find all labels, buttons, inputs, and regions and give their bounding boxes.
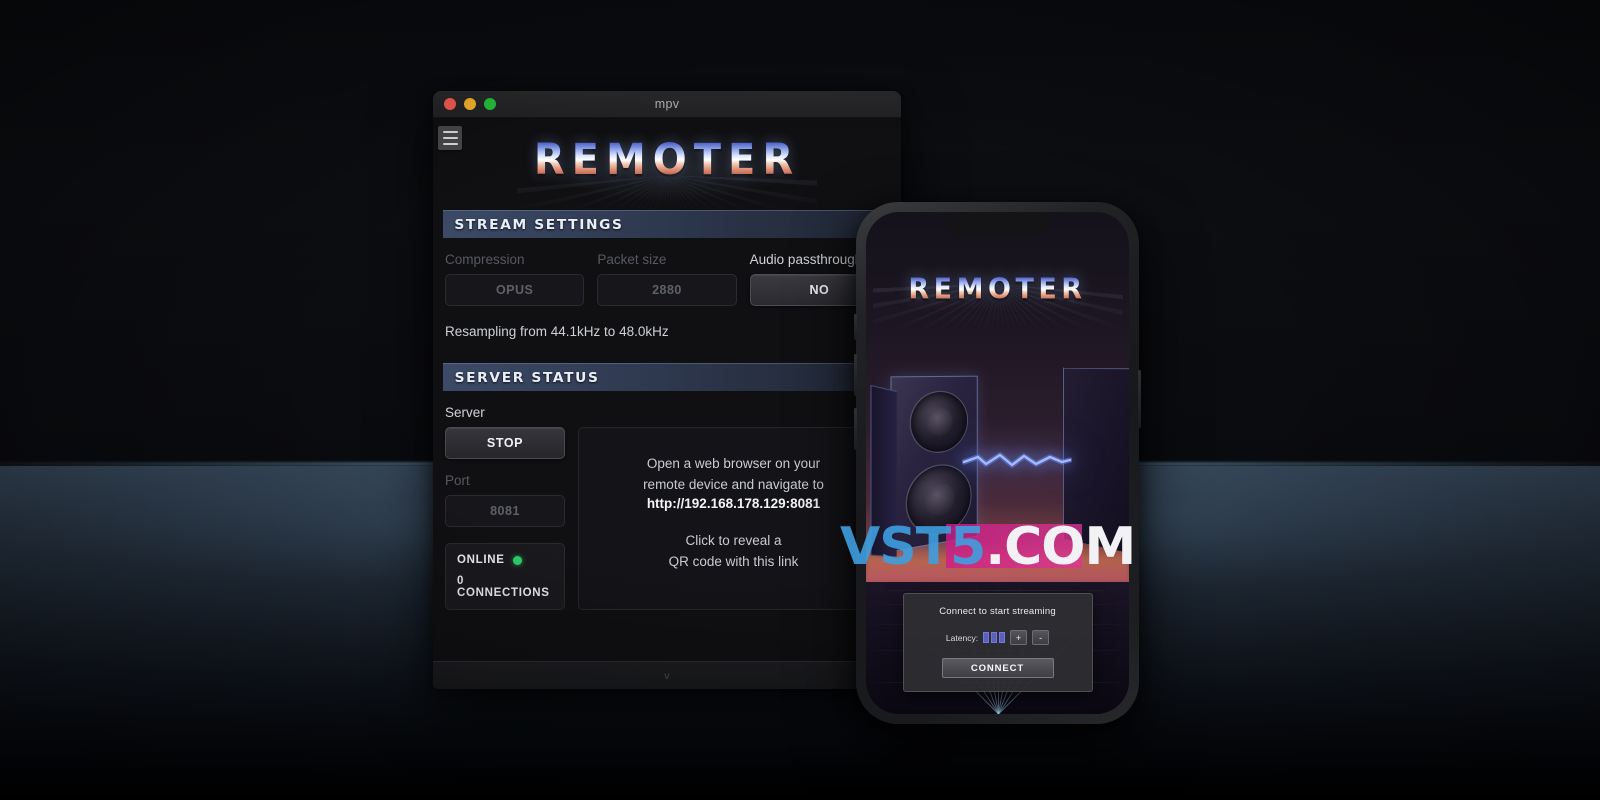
packet-size-value[interactable]: 2880 <box>597 274 737 306</box>
info-line-4: QR code with this link <box>668 553 799 569</box>
screenshot-stage: mpv REMOTER STREAM SETTINGS Compression <box>0 0 1600 800</box>
speaker-artwork <box>866 362 1129 612</box>
latency-row: Latency: + - <box>914 630 1082 645</box>
status-badge: ONLINE <box>457 554 505 566</box>
compression-field: Compression OPUS <box>445 252 585 306</box>
dialog-title: Connect to start streaming <box>939 606 1056 617</box>
window-title: mpv <box>654 97 680 111</box>
latency-label: Latency: <box>945 632 979 643</box>
latency-decrease-button[interactable]: - <box>1032 630 1050 645</box>
connections-count: 0 CONNECTIONS <box>457 575 550 599</box>
phone-mockup: REMOTER Connect to start streaming Laten… <box>854 202 1141 724</box>
phone-app-logo-text: REMOTER <box>866 273 1129 306</box>
phone-power-button[interactable] <box>1138 370 1141 428</box>
qr-info-panel[interactable]: Open a web browser on your remote device… <box>578 427 889 610</box>
resampling-text: Resampling from 44.1kHz to 48.0kHz <box>445 324 669 339</box>
latency-level-indicator <box>983 632 1006 643</box>
packet-size-label: Packet size <box>597 252 667 267</box>
packet-size-field: Packet size 2880 <box>597 252 737 306</box>
status-indicator-dot-icon <box>512 555 522 565</box>
server-status-title: SERVER STATUS <box>454 369 600 386</box>
compression-value[interactable]: OPUS <box>445 274 585 306</box>
latency-increase-button[interactable]: + <box>1010 630 1028 645</box>
phone-app-logo: REMOTER <box>866 273 1129 336</box>
right-speaker-icon <box>1063 367 1129 555</box>
stream-settings-header: STREAM SETTINGS <box>443 210 891 238</box>
phone-volume-down-button[interactable] <box>854 408 857 450</box>
server-status-body: Server STOP Port 8081 ONLINE 0 CONNECTIO… <box>433 391 901 610</box>
status-badge-box: ONLINE 0 CONNECTIONS <box>445 543 565 610</box>
server-label: Server <box>445 405 485 420</box>
app-logo-text: REMOTER <box>533 135 801 185</box>
app-logo: REMOTER <box>433 118 901 214</box>
port-input[interactable]: 8081 <box>445 495 565 527</box>
latency-bar <box>999 632 1006 643</box>
phone-volume-up-button[interactable] <box>854 354 857 396</box>
server-status-header: SERVER STATUS <box>443 363 891 391</box>
app-footer: v <box>433 661 901 689</box>
info-line-3: Click to reveal a <box>685 532 782 548</box>
latency-bar <box>991 632 998 643</box>
phone-notch <box>945 212 1050 234</box>
lightning-bolt-icon <box>962 452 1072 468</box>
info-line-1: Open a web browser on your <box>646 456 821 471</box>
compression-label: Compression <box>445 252 525 267</box>
server-url[interactable]: http://192.168.178.129:8081 <box>593 496 874 511</box>
phone-screen[interactable]: REMOTER Connect to start streaming Laten… <box>866 212 1129 714</box>
window-titlebar[interactable]: mpv <box>433 91 901 118</box>
stream-fields-row: Compression OPUS Packet size 2880 Audio … <box>445 252 889 306</box>
stream-settings-title: STREAM SETTINGS <box>454 216 624 233</box>
latency-bar <box>983 632 990 643</box>
connect-dialog: Connect to start streaming Latency: + - … <box>902 593 1093 692</box>
app-body: REMOTER STREAM SETTINGS Compression OPUS… <box>433 118 901 689</box>
server-grid: STOP Port 8081 ONLINE 0 CONNECTIONS Open… <box>445 427 889 610</box>
stream-settings-body: Compression OPUS Packet size 2880 Audio … <box>433 238 901 339</box>
port-label: Port <box>445 473 470 488</box>
version-text: v <box>664 669 670 682</box>
speaker-cone-icon <box>909 390 969 456</box>
server-controls-column: STOP Port 8081 ONLINE 0 CONNECTIONS <box>445 427 565 610</box>
mpv-window[interactable]: mpv REMOTER STREAM SETTINGS Compression <box>433 91 901 689</box>
status-row: ONLINE <box>457 554 553 566</box>
connect-button[interactable]: CONNECT <box>941 658 1054 678</box>
info-line-2: remote device and navigate to <box>643 476 824 492</box>
phone-mute-switch[interactable] <box>854 314 857 340</box>
stop-button[interactable]: STOP <box>445 427 565 459</box>
